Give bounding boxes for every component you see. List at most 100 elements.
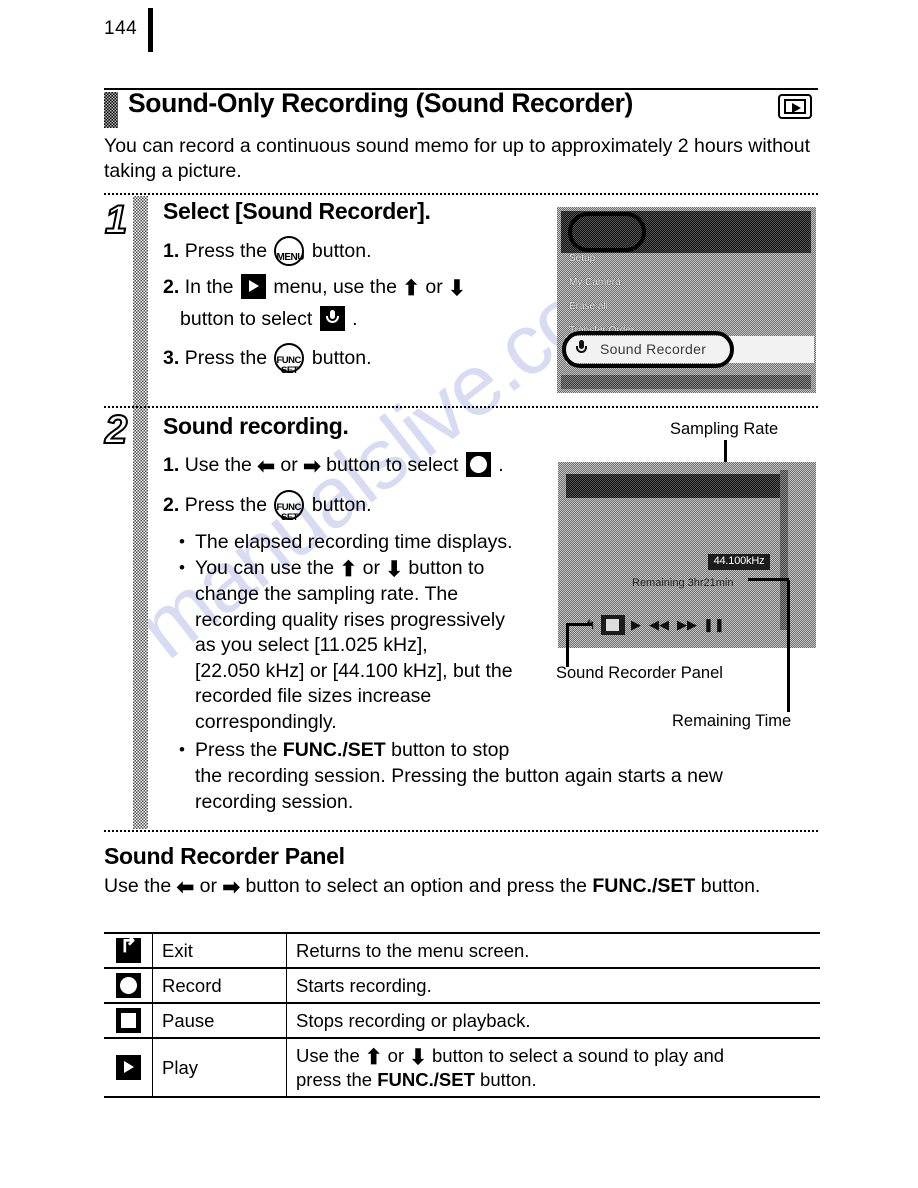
table-cell-name: Record <box>152 967 287 1004</box>
table-cell-name: Exit <box>152 932 287 969</box>
steps-gutter-bar <box>133 196 148 829</box>
sound-recorder-panel-table: Exit Returns to the menu screen. Record … <box>104 932 820 1098</box>
step-2-bullet-2: You can use the ⬆ or ⬇ button to <box>178 555 578 582</box>
step-2-item-1: 1. Use the ⬅ or ➡ button to select . <box>163 452 504 478</box>
panel-intro-or: or <box>199 875 217 897</box>
panel-intro-b: button to select an option and press the <box>245 875 587 897</box>
play-desc-d: button. <box>480 1069 537 1090</box>
play-desc-b: button to select a sound to play and <box>432 1045 725 1066</box>
page-number: 144 <box>104 18 138 39</box>
step-1-item-2-or: or <box>425 276 443 298</box>
table-row: Play Use the ⬆ or ⬇ button to select a s… <box>104 1037 820 1098</box>
callout-oval-sound-recorder <box>562 331 734 368</box>
left-arrow-icon: ⬅ <box>257 455 275 478</box>
lcd-remaining-time: Remaining 3hr21min <box>632 577 734 589</box>
callout-sound-recorder-panel: Sound Recorder Panel <box>556 664 723 682</box>
table-row: Record Starts recording. <box>104 967 820 1004</box>
step-2-bullets: The elapsed recording time displays. <box>178 529 568 556</box>
pause-icon <box>115 1008 141 1033</box>
section-intro: You can record a continuous sound memo f… <box>104 135 811 182</box>
bullet-3-bold: FUNC./SET <box>282 739 386 761</box>
func-set-button-icon: FUNC. SET <box>274 343 305 376</box>
bullet-2-e: as you select [11.025 kHz], <box>195 634 428 657</box>
bullet-3-a: Press the <box>195 739 278 761</box>
table-cell-desc: Stops recording or playback. <box>286 1002 820 1039</box>
step-1-item-3-post: button. <box>311 347 372 369</box>
callout-panel-leader-v <box>566 625 569 667</box>
bullet-2-a: You can use the <box>195 557 335 579</box>
record-icon <box>601 615 625 635</box>
panel-intro-a: Use the <box>104 875 172 897</box>
step-1-item-2-cont: button to select . <box>180 306 358 332</box>
callout-remaining-leader-v <box>787 580 790 712</box>
play-desc-a: Use the <box>296 1045 360 1066</box>
lcd-menu-footer <box>561 375 811 389</box>
step-2-item-1-post: button to select <box>326 454 459 476</box>
callout-panel-leader-h <box>566 623 592 626</box>
table-cell-desc: Starts recording. <box>286 967 820 1004</box>
step-2-item-2-pre: Press the <box>184 494 268 516</box>
func-set-button-icon: FUNC. SET <box>274 490 305 523</box>
record-icon <box>465 452 491 477</box>
bullet-3-c: the recording session. Pressing the butt… <box>195 765 723 787</box>
down-arrow-icon: ⬇ <box>448 277 466 300</box>
step-2-item-2-number: 2. <box>163 494 180 516</box>
right-arrow-icon: ➡ <box>222 876 241 899</box>
step-2-item-1-or: or <box>280 454 298 476</box>
page-title: Sound-Only Recording (Sound Recorder) <box>128 88 633 118</box>
playback-mode-icon <box>778 94 812 119</box>
step-1-item-3-pre: Press the <box>184 347 268 369</box>
panel-intro-bold: FUNC./SET <box>592 875 696 897</box>
table-cell-icon <box>104 932 153 969</box>
table-row: Exit Returns to the menu screen. <box>104 932 820 969</box>
bullet-2-h: correspondingly. <box>195 710 337 733</box>
section-marker-icon <box>104 92 118 128</box>
step-2-item-1-number: 1. <box>163 454 180 476</box>
step1-divider <box>104 193 818 195</box>
play-desc-c: press the <box>296 1069 373 1090</box>
table-cell-icon <box>104 1002 153 1039</box>
step-2-heading: Sound recording. <box>163 413 349 439</box>
next-icon: ▶▶ <box>677 617 697 632</box>
play-desc-bold: FUNC./SET <box>377 1069 475 1090</box>
lcd-sound-recorder-panel: ↰ ▶ ◀◀ ▶▶ ❚❚ <box>585 615 725 635</box>
lcd-menu-row-1: My Camera <box>569 277 621 288</box>
step-2-bullet-1: The elapsed recording time displays. <box>178 529 568 556</box>
up-arrow-icon: ⬆ <box>364 1046 383 1069</box>
down-arrow-icon: ⬇ <box>409 1046 427 1069</box>
menu-button-label: MENU <box>276 252 304 263</box>
up-arrow-icon: ⬆ <box>339 558 358 581</box>
panel-intro-c: button. <box>700 875 761 897</box>
step-2-bullet-3-cont: the recording session. Pressing the butt… <box>195 764 835 815</box>
playback-mode-icon <box>240 274 266 299</box>
step-1-item-2-end: . <box>352 308 358 330</box>
exit-icon <box>115 938 141 963</box>
step-1-item-1-post: button. <box>311 240 372 262</box>
step2-divider <box>104 406 818 408</box>
step-1-item-1-number: 1. <box>163 240 180 262</box>
callout-oval-setup <box>568 212 646 252</box>
right-arrow-icon: ➡ <box>303 455 321 478</box>
lcd-sampling-rate-badge: 44.100kHz <box>708 554 770 570</box>
callout-remaining-time: Remaining Time <box>672 712 792 730</box>
table-cell-name: Pause <box>152 1002 287 1039</box>
bullet-2-d: recording quality rises progressively <box>195 608 505 631</box>
step-1-item-1-pre: Press the <box>184 240 268 262</box>
lcd-menu-row-0: Setup <box>569 253 596 264</box>
step-1-heading: Select [Sound Recorder]. <box>163 198 431 224</box>
bullet-2-or: or <box>362 557 380 579</box>
menu-button-icon: MENU <box>274 236 305 266</box>
folio-rule <box>148 8 153 52</box>
bullet-2-c: change the sampling rate. The <box>195 583 459 605</box>
prev-icon: ◀◀ <box>649 617 669 632</box>
step-1-item-2-number: 2. <box>163 276 180 298</box>
section-title-block: Sound-Only Recording (Sound Recorder) <box>104 88 818 130</box>
step-2-item-1-pre: Use the <box>184 454 252 476</box>
microphone-icon <box>319 306 345 331</box>
table-cell-name: Play <box>152 1037 287 1098</box>
panel-section-divider <box>104 830 818 832</box>
step-number-2: 2 <box>104 408 128 452</box>
table-cell-icon <box>104 967 153 1004</box>
manual-page: 144 Sound-Only Recording (Sound Recorder… <box>0 0 918 1188</box>
step-1-item-3: 3. Press the FUNC. SET button. <box>163 343 372 376</box>
